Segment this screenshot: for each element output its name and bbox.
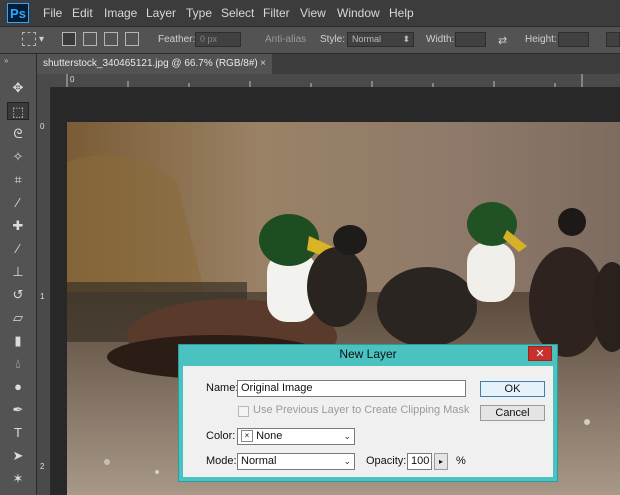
horizontal-ruler: 0 xyxy=(50,74,620,88)
width-input[interactable] xyxy=(455,32,486,47)
refine-edge-button[interactable] xyxy=(606,32,620,47)
swap-icon[interactable]: ⇄ xyxy=(498,34,507,47)
dialog-title: New Layer xyxy=(339,347,397,361)
clone-stamp-tool-icon[interactable]: ⊥ xyxy=(7,263,29,281)
width-label: Width: xyxy=(426,34,455,45)
close-icon[interactable]: × xyxy=(260,54,266,74)
crop-tool-icon[interactable]: ⌗ xyxy=(7,171,29,189)
marquee-tool-icon[interactable] xyxy=(22,32,36,46)
mode-select[interactable]: Normal ⌄ xyxy=(237,453,355,470)
menu-edit[interactable]: Edit xyxy=(72,6,93,20)
pen-tool-icon[interactable]: ✒ xyxy=(7,401,29,419)
style-value: Normal xyxy=(352,34,382,44)
chevron-down-icon: ⌄ xyxy=(343,456,351,466)
close-icon[interactable]: ✕ xyxy=(528,346,552,361)
opacity-percent: % xyxy=(456,455,466,467)
dodge-tool-icon[interactable]: ● xyxy=(7,378,29,396)
gradient-tool-icon[interactable]: ▮ xyxy=(7,332,29,350)
dialog-body: Name: Original Image OK Cancel Use Previ… xyxy=(183,366,553,477)
layer-name-input[interactable]: Original Image xyxy=(237,380,466,397)
color-label: Color: xyxy=(206,430,236,442)
document-tab[interactable]: shutterstock_340465121.jpg @ 66.7% (RGB/… xyxy=(37,54,272,74)
type-tool-icon[interactable]: T xyxy=(7,424,29,442)
mode-value: Normal xyxy=(241,455,277,467)
clipping-mask-label: Use Previous Layer to Create Clipping Ma… xyxy=(253,404,470,416)
height-input[interactable] xyxy=(558,32,589,47)
options-bar: ▾ Feather: 0 px Anti-alias Style: Normal… xyxy=(0,27,620,73)
style-label: Style: xyxy=(320,34,346,45)
brush-tool-icon[interactable]: ∕ xyxy=(7,240,29,258)
collapse-icon[interactable]: » xyxy=(4,56,8,65)
chevron-down-icon: ⌄ xyxy=(343,431,351,441)
menu-filter[interactable]: Filter xyxy=(263,6,290,20)
vertical-ruler: 0 1 2 xyxy=(37,87,51,495)
custom-shape-tool-icon[interactable]: ✶ xyxy=(7,470,29,488)
rectangular-marquee-tool-icon[interactable]: ⬚ xyxy=(7,102,29,120)
ruler-label-left-2: 2 xyxy=(40,462,45,471)
ruler-label-left-1: 1 xyxy=(40,292,45,301)
ok-button[interactable]: OK xyxy=(480,381,545,397)
history-brush-tool-icon[interactable]: ↺ xyxy=(7,286,29,304)
document-tab-title: shutterstock_340465121.jpg @ 66.7% (RGB/… xyxy=(43,58,258,69)
antialias-label: Anti-alias xyxy=(265,34,307,45)
add-to-selection-icon[interactable] xyxy=(83,32,97,46)
clipping-mask-checkbox[interactable] xyxy=(238,406,249,417)
ruler-corner xyxy=(37,74,50,87)
path-selection-tool-icon[interactable]: ➤ xyxy=(7,447,29,465)
new-selection-icon[interactable] xyxy=(62,32,76,46)
menu-layer[interactable]: Layer xyxy=(146,6,176,20)
magic-wand-tool-icon[interactable]: ✧ xyxy=(7,148,29,166)
intersect-selection-icon[interactable] xyxy=(125,32,139,46)
color-value: None xyxy=(256,430,283,442)
color-select[interactable]: × None ⌄ xyxy=(237,428,355,445)
ruler-label-top-0: 0 xyxy=(70,75,75,84)
eraser-tool-icon[interactable]: ▱ xyxy=(7,309,29,327)
style-select[interactable]: Normal ⬍ xyxy=(347,32,414,47)
subtract-from-selection-icon[interactable] xyxy=(104,32,118,46)
blur-tool-icon[interactable]: 💧︎ xyxy=(7,355,29,373)
lasso-tool-icon[interactable]: ᘓ xyxy=(7,125,29,143)
height-label: Height: xyxy=(525,34,557,45)
new-layer-dialog: New Layer ✕ Name: Original Image OK Canc… xyxy=(178,344,558,482)
menu-bar: Ps File Edit Image Layer Type Select Fil… xyxy=(0,0,620,27)
menu-file[interactable]: File xyxy=(43,6,62,20)
opacity-input[interactable]: 100 xyxy=(407,453,432,470)
menu-view[interactable]: View xyxy=(300,6,326,20)
tool-preset-chevron-icon[interactable]: ▾ xyxy=(39,34,44,45)
ruler-label-left-0: 0 xyxy=(40,122,45,131)
menu-help[interactable]: Help xyxy=(389,6,414,20)
document-tab-bar: shutterstock_340465121.jpg @ 66.7% (RGB/… xyxy=(37,54,620,74)
feather-input[interactable]: 0 px xyxy=(195,32,241,47)
mode-label: Mode: xyxy=(206,455,237,467)
opacity-slider-toggle[interactable]: ▸ xyxy=(434,453,448,470)
move-tool-icon[interactable]: ✥ xyxy=(7,79,29,97)
eyedropper-tool-icon[interactable]: ⁄ xyxy=(7,194,29,212)
healing-brush-tool-icon[interactable]: ✚ xyxy=(7,217,29,235)
cancel-button[interactable]: Cancel xyxy=(480,405,545,421)
feather-label: Feather: xyxy=(158,34,196,45)
menu-select[interactable]: Select xyxy=(221,6,254,20)
chevron-down-icon: ⬍ xyxy=(402,34,410,44)
name-label: Name: xyxy=(206,382,239,394)
ruler-ticks-horizontal xyxy=(66,74,583,87)
opacity-label: Opacity: xyxy=(366,455,407,467)
photoshop-logo: Ps xyxy=(7,3,29,23)
tools-panel: » ✥ ⬚ ᘓ ✧ ⌗ ⁄ ✚ ∕ ⊥ ↺ ▱ ▮ 💧︎ ● ✒ T ➤ ✶ xyxy=(0,54,37,495)
no-color-swatch-icon: × xyxy=(241,430,253,443)
menu-type[interactable]: Type xyxy=(186,6,212,20)
menu-image[interactable]: Image xyxy=(104,6,137,20)
menu-window[interactable]: Window xyxy=(337,6,380,20)
